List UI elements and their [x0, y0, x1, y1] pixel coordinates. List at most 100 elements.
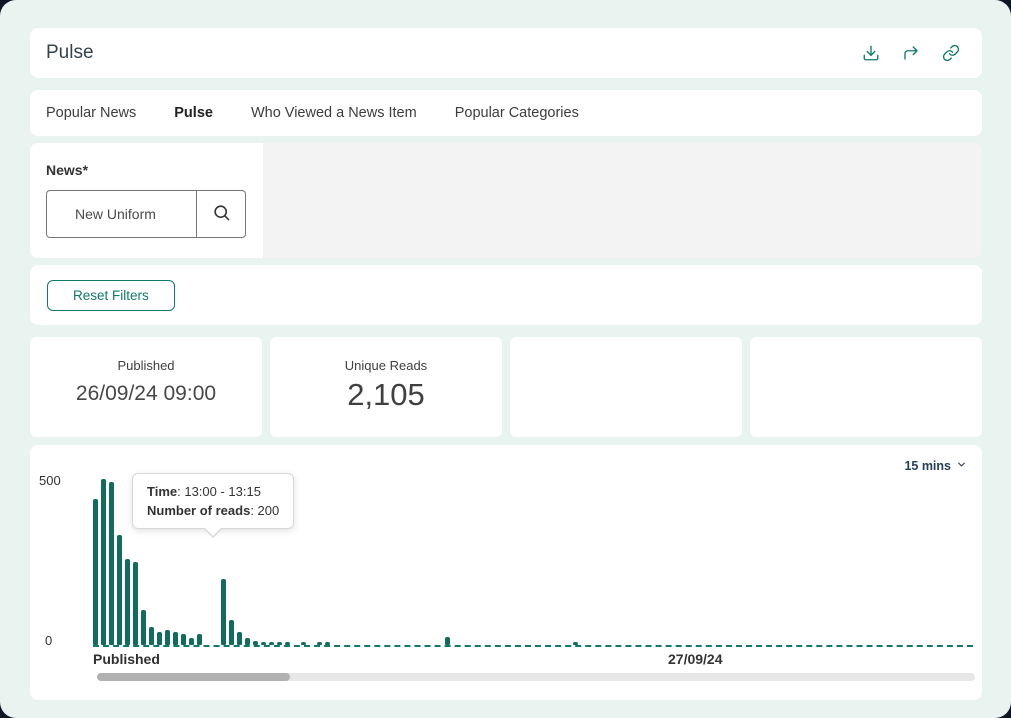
- bar[interactable]: [189, 638, 194, 645]
- bar-slot: [349, 479, 357, 645]
- header-card: Pulse: [30, 28, 982, 78]
- bar-slot: [885, 479, 893, 645]
- news-search-button[interactable]: [196, 190, 246, 238]
- bar[interactable]: [125, 559, 130, 645]
- reset-row: Reset Filters: [30, 265, 982, 325]
- chart-tooltip: Time: 13:00 - 13:15 Number of reads: 200: [132, 473, 295, 538]
- bar-slot: [909, 479, 917, 645]
- bar-slot: [309, 479, 317, 645]
- bar[interactable]: [173, 632, 178, 645]
- bar[interactable]: [277, 642, 282, 645]
- bar-slot: [541, 479, 549, 645]
- news-filter-cell: News*: [30, 143, 263, 258]
- interval-label: 15 mins: [904, 459, 951, 473]
- bar[interactable]: [93, 499, 98, 645]
- bar-slot: [413, 479, 421, 645]
- stat-card-published: Published 26/09/24 09:00: [30, 337, 262, 437]
- bar[interactable]: [317, 642, 322, 645]
- bar[interactable]: [109, 482, 114, 645]
- bar-slot: [669, 479, 677, 645]
- bar-slot: [845, 479, 853, 645]
- bar-slot: [821, 479, 829, 645]
- interval-dropdown[interactable]: 15 mins: [904, 459, 967, 473]
- chart-scrollbar[interactable]: [97, 673, 975, 681]
- bar-slot: [957, 479, 965, 645]
- bar[interactable]: [221, 579, 226, 645]
- tooltip-time-value: 13:00 - 13:15: [184, 484, 261, 499]
- bar-slot: [397, 479, 405, 645]
- bar-slot: [117, 479, 125, 645]
- bar-slot: [565, 479, 573, 645]
- tab-popular-news[interactable]: Popular News: [46, 105, 136, 121]
- bar-slot: [421, 479, 429, 645]
- bar-slot: [557, 479, 565, 645]
- tab-bar: Popular News Pulse Who Viewed a News Ite…: [30, 90, 982, 136]
- stat-label: Published: [117, 358, 175, 373]
- bar[interactable]: [101, 479, 106, 645]
- bar-slot: [829, 479, 837, 645]
- stat-card-empty-2: [750, 337, 982, 437]
- bar-slot: [525, 479, 533, 645]
- bar[interactable]: [181, 634, 186, 645]
- bar-slot: [589, 479, 597, 645]
- share-button[interactable]: [902, 44, 920, 62]
- bar-slot: [93, 479, 101, 645]
- bar[interactable]: [325, 642, 330, 645]
- bar-slot: [789, 479, 797, 645]
- tooltip-time-row: Time: 13:00 - 13:15: [147, 482, 279, 501]
- bar-slot: [509, 479, 517, 645]
- bar[interactable]: [285, 642, 290, 645]
- bar[interactable]: [573, 642, 578, 645]
- bar-slot: [749, 479, 757, 645]
- tab-pulse[interactable]: Pulse: [174, 105, 213, 121]
- bar[interactable]: [237, 632, 242, 645]
- bar[interactable]: [133, 562, 138, 645]
- bar-slot: [685, 479, 693, 645]
- bar[interactable]: [149, 627, 154, 645]
- bar-slot: [893, 479, 901, 645]
- bar[interactable]: [269, 642, 274, 645]
- tab-popular-categories[interactable]: Popular Categories: [455, 105, 579, 121]
- stats-row: Published 26/09/24 09:00 Unique Reads 2,…: [30, 337, 982, 437]
- bar-slot: [437, 479, 445, 645]
- tooltip-reads-value: 200: [257, 503, 280, 518]
- bar-slot: [949, 479, 957, 645]
- bar-slot: [725, 479, 733, 645]
- bar[interactable]: [253, 641, 258, 645]
- bar-slot: [493, 479, 501, 645]
- bar-slot: [805, 479, 813, 645]
- bar[interactable]: [261, 642, 266, 645]
- bar-slot: [869, 479, 877, 645]
- bar[interactable]: [165, 630, 170, 645]
- news-search-input[interactable]: [46, 190, 196, 238]
- bar-slot: [485, 479, 493, 645]
- tab-who-viewed[interactable]: Who Viewed a News Item: [251, 105, 417, 121]
- search-icon: [212, 203, 231, 225]
- bar-slot: [797, 479, 805, 645]
- tooltip-separator: :: [250, 503, 258, 518]
- chart-scrollbar-thumb[interactable]: [97, 673, 290, 681]
- bar-slot: [317, 479, 325, 645]
- bar[interactable]: [245, 638, 250, 645]
- bar[interactable]: [141, 610, 146, 645]
- bar[interactable]: [117, 535, 122, 645]
- download-icon: [862, 44, 880, 62]
- bar-slot: [597, 479, 605, 645]
- bar-slot: [429, 479, 437, 645]
- bar[interactable]: [445, 637, 450, 645]
- bar-slot: [853, 479, 861, 645]
- x-axis-published-label: Published: [93, 651, 160, 667]
- bar[interactable]: [229, 620, 234, 645]
- reset-filters-button[interactable]: Reset Filters: [47, 279, 175, 311]
- bar-slot: [405, 479, 413, 645]
- link-icon: [942, 44, 960, 62]
- bar-slot: [877, 479, 885, 645]
- bar[interactable]: [157, 632, 162, 645]
- bar-slot: [333, 479, 341, 645]
- bar[interactable]: [197, 634, 202, 645]
- download-button[interactable]: [862, 44, 880, 62]
- bar[interactable]: [301, 642, 306, 645]
- link-button[interactable]: [942, 44, 960, 62]
- bar-slot: [733, 479, 741, 645]
- y-axis-max-label: 500: [39, 473, 61, 488]
